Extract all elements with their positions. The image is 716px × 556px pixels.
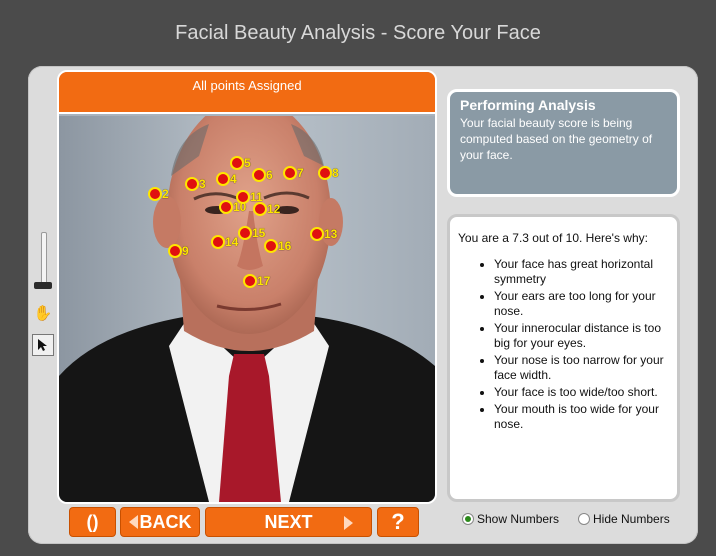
landmark-number: 7 <box>297 166 304 180</box>
face-photo <box>59 116 435 502</box>
landmark-number: 8 <box>332 166 339 180</box>
landmark-number: 13 <box>324 227 338 241</box>
landmark-dot-icon[interactable] <box>238 226 252 240</box>
reason-item: Your face has great horizontal symmetry <box>494 257 669 287</box>
landmark-number: 2 <box>162 187 169 201</box>
landmark-dot-icon[interactable] <box>211 235 225 249</box>
result-panel: You are a 7.3 out of 10. Here's why: You… <box>447 214 680 502</box>
reason-item: Your nose is too narrow for your face wi… <box>494 353 669 383</box>
landmark-dot-icon[interactable] <box>318 166 332 180</box>
landmark-dot-icon[interactable] <box>168 244 182 258</box>
page-title: Facial Beauty Analysis - Score Your Face <box>175 22 541 44</box>
zoom-slider-thumb[interactable] <box>34 282 52 289</box>
reset-label: () <box>86 511 99 532</box>
status-banner: All points Assigned <box>59 72 435 114</box>
radio-unselected-icon[interactable] <box>578 513 590 525</box>
next-label: NEXT <box>264 511 313 532</box>
arrow-left-icon <box>128 515 138 529</box>
landmark-number: 12 <box>267 202 281 216</box>
analysis-title: Performing Analysis <box>460 97 596 113</box>
landmark-dot-icon[interactable] <box>216 172 230 186</box>
landmark-number: 9 <box>182 244 189 258</box>
score-text: You are a 7.3 out of 10. Here's why: <box>458 231 648 245</box>
landmark-dot-icon[interactable] <box>252 168 266 182</box>
reason-item: Your innerocular distance is too big for… <box>494 321 669 351</box>
arrow-right-icon <box>344 516 353 530</box>
landmark-dot-icon[interactable] <box>243 274 257 288</box>
reason-item: Your mouth is too wide for your nose. <box>494 402 669 432</box>
analysis-text: Your facial beauty score is being comput… <box>460 116 653 162</box>
next-button[interactable]: NEXT <box>205 507 372 537</box>
landmark-number: 16 <box>278 239 292 253</box>
landmark-dot-icon[interactable] <box>230 156 244 170</box>
analysis-panel: Performing Analysis Your facial beauty s… <box>447 89 680 197</box>
landmark-number: 15 <box>252 226 266 240</box>
help-button[interactable]: ? <box>377 507 419 537</box>
zoom-slider-track[interactable] <box>41 232 47 286</box>
show-numbers-label: Show Numbers <box>477 512 560 526</box>
landmark-number: 3 <box>199 177 206 191</box>
reason-item: Your ears are too long for your nose. <box>494 289 669 319</box>
back-label: BACK <box>139 511 192 532</box>
hand-icon[interactable]: ✋ <box>33 304 53 324</box>
radio-selected-icon[interactable] <box>462 513 474 525</box>
landmark-dot-icon[interactable] <box>236 190 250 204</box>
landmark-number: 14 <box>225 235 239 249</box>
back-button[interactable]: BACK <box>120 507 200 537</box>
photo-frame: All points Assigned 2 3 4 5 6 7 8 9 10 1… <box>57 70 437 504</box>
landmark-dot-icon[interactable] <box>185 177 199 191</box>
reason-item: Your face is too wide/too short. <box>494 385 669 400</box>
reasons-list: Your face has great horizontal symmetry … <box>458 257 669 432</box>
arrow-cursor-icon[interactable] <box>32 334 54 356</box>
reset-button[interactable]: () <box>69 507 116 537</box>
hide-numbers-label: Hide Numbers <box>593 512 670 526</box>
hide-numbers-option[interactable]: Hide Numbers <box>578 512 670 526</box>
landmark-number: 6 <box>266 168 273 182</box>
landmark-dot-icon[interactable] <box>253 202 267 216</box>
landmark-dot-icon[interactable] <box>310 227 324 241</box>
landmark-number: 5 <box>244 156 251 170</box>
landmark-number: 4 <box>230 172 237 186</box>
help-label: ? <box>391 509 405 534</box>
landmark-number: 17 <box>257 274 271 288</box>
landmark-dot-icon[interactable] <box>148 187 162 201</box>
landmark-dot-icon[interactable] <box>264 239 278 253</box>
landmark-dot-icon[interactable] <box>283 166 297 180</box>
show-numbers-option[interactable]: Show Numbers <box>462 512 559 526</box>
landmark-dot-icon[interactable] <box>219 200 233 214</box>
